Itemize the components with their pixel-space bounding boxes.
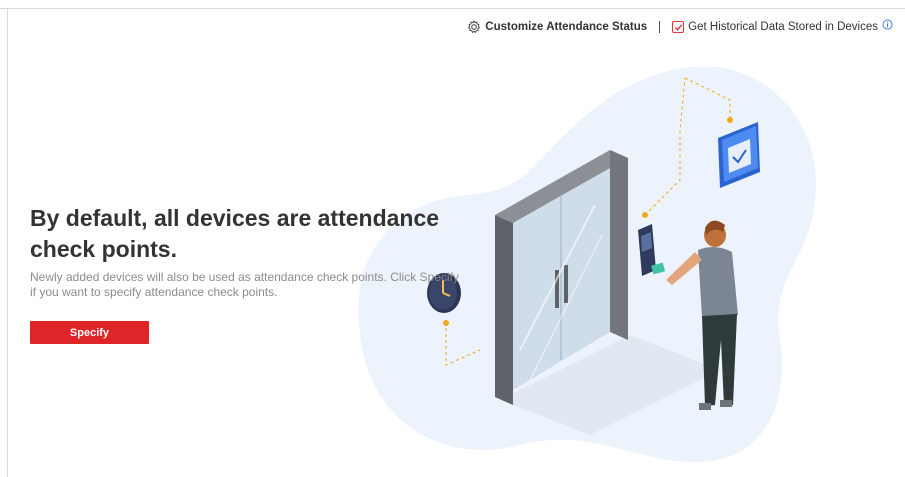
top-divider [0,8,905,9]
page-headline: By default, all devices are attendance c… [30,205,440,262]
gear-icon [468,20,481,33]
left-divider [7,8,8,477]
checkmark-icon [674,23,682,31]
specify-button[interactable]: Specify [30,321,149,344]
page-description: Newly added devices will also be used as… [30,270,459,299]
customize-label: Customize Attendance Status [485,21,648,33]
attendance-check-point-page: Customize Attendance Status Get Historic… [0,0,905,477]
customize-attendance-status-link[interactable]: Customize Attendance Status [467,20,647,34]
attendance-illustration [358,66,817,463]
info-icon[interactable] [882,18,893,30]
historical-data-checkbox-row[interactable]: Get Historical Data Stored in Devices [672,18,893,33]
historical-data-checkbox[interactable] [672,21,685,33]
historical-data-label: Get Historical Data Stored in Devices [688,21,878,33]
top-toolbar: Customize Attendance Status Get Historic… [467,18,893,36]
toolbar-separator [659,21,661,33]
